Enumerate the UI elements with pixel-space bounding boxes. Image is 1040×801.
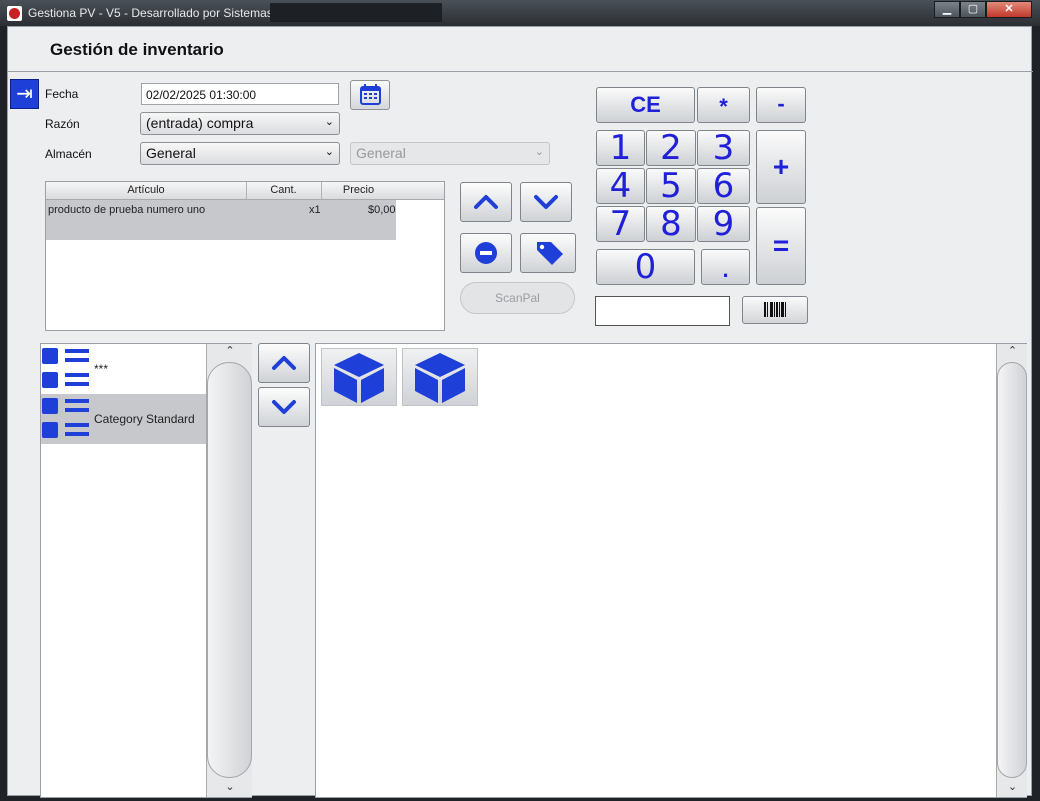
keypad-2-button[interactable]: 2 <box>646 130 696 166</box>
product-button[interactable] <box>402 348 478 406</box>
category-label: *** <box>94 362 109 376</box>
app-logo-icon <box>7 6 22 21</box>
remove-circle-icon <box>475 242 497 264</box>
almacen-select-value: General <box>146 145 196 161</box>
chevron-right-bar-icon: ⇥ <box>16 83 33 105</box>
table-row[interactable]: producto de prueba numero uno x1 $0,00 <box>46 200 396 240</box>
tag-icon <box>537 242 563 265</box>
keypad-9-button[interactable]: 9 <box>697 206 750 242</box>
collapse-panel-button[interactable]: ⇥ <box>10 79 39 109</box>
items-table: Artículo Cant. Precio producto de prueba… <box>45 181 445 331</box>
keypad-equals-button[interactable]: = <box>756 207 806 285</box>
category-down-button[interactable] <box>258 387 310 427</box>
barcode-icon <box>764 302 786 317</box>
close-button[interactable]: ✕ <box>986 1 1032 18</box>
scroll-down-icon[interactable]: ⌄ <box>997 780 1028 793</box>
chevron-down-icon <box>534 195 558 209</box>
keypad-minus-button[interactable]: - <box>756 87 806 123</box>
list-item-category-selected[interactable]: Category Standard <box>41 394 206 444</box>
keypad-5-button[interactable]: 5 <box>646 168 696 204</box>
category-list: *** Category Standard ⌃ ⌄ <box>40 343 252 798</box>
list-icon <box>42 398 89 438</box>
fecha-input[interactable]: 02/02/2025 01:30:00 <box>141 83 339 105</box>
barcode-button[interactable] <box>742 296 808 324</box>
list-item-category[interactable]: *** <box>41 344 206 394</box>
chevron-up-icon <box>272 356 296 370</box>
razon-label: Razón <box>45 117 80 131</box>
calendar-button[interactable] <box>350 80 390 110</box>
chevron-down-icon <box>272 400 296 414</box>
move-down-button[interactable] <box>520 182 572 222</box>
razon-select[interactable]: (entrada) compra ⌄ <box>140 112 340 135</box>
scanpal-button[interactable]: ScanPal <box>460 282 575 314</box>
list-icon <box>42 348 89 388</box>
column-header-cant[interactable]: Cant. <box>246 184 321 196</box>
almacen-label: Almacén <box>45 147 92 161</box>
keypad-3-button[interactable]: 3 <box>697 130 750 166</box>
column-header-precio[interactable]: Precio <box>321 184 396 196</box>
keypad-dot-button[interactable]: . <box>701 249 750 285</box>
scroll-down-icon[interactable]: ⌄ <box>207 780 253 793</box>
keypad-display-input[interactable] <box>595 296 730 326</box>
keypad-8-button[interactable]: 8 <box>646 206 696 242</box>
products-scrollbar[interactable]: ⌃ ⌄ <box>996 344 1027 797</box>
chevron-down-icon: ⌄ <box>324 146 334 158</box>
scroll-up-icon[interactable]: ⌃ <box>207 344 253 357</box>
title-bar: Gestiona PV - V5 - Desarrollado por Sist… <box>0 0 1040 26</box>
move-up-button[interactable] <box>460 182 512 222</box>
keypad-0-button[interactable]: 0 <box>596 249 695 285</box>
window-title: Gestiona PV - V5 - Desarrollado por Sist… <box>28 6 273 20</box>
almacen-secondary-value: General <box>356 145 406 161</box>
price-tag-button[interactable] <box>520 233 576 273</box>
almacen-select[interactable]: General ⌄ <box>140 142 340 165</box>
table-header: Artículo Cant. Precio <box>46 182 444 200</box>
box-icon <box>334 353 384 403</box>
cell-articulo: producto de prueba numero uno <box>48 204 206 216</box>
page-title: Gestión de inventario <box>50 40 224 59</box>
redacted-area <box>270 3 442 22</box>
maximize-button[interactable]: ▢ <box>960 1 986 18</box>
keypad-7-button[interactable]: 7 <box>596 206 645 242</box>
keypad-1-button[interactable]: 1 <box>596 130 645 166</box>
chevron-down-icon: ⌄ <box>324 116 334 128</box>
scroll-up-icon[interactable]: ⌃ <box>997 344 1028 357</box>
cell-precio: $0,00 <box>368 204 396 216</box>
category-scrollbar[interactable]: ⌃ ⌄ <box>206 344 252 797</box>
keypad-6-button[interactable]: 6 <box>697 168 750 204</box>
app-window: Gestiona PV - V5 - Desarrollado por Sist… <box>0 0 1040 801</box>
keypad-ce-button[interactable]: CE <box>596 87 695 123</box>
box-icon <box>415 353 465 403</box>
cell-cant: x1 <box>309 204 321 216</box>
keypad-4-button[interactable]: 4 <box>596 168 645 204</box>
chevron-up-icon <box>474 195 498 209</box>
product-button[interactable] <box>321 348 397 406</box>
scroll-thumb[interactable] <box>207 362 252 778</box>
almacen-secondary-select: General ⌄ <box>350 142 550 165</box>
title-divider <box>8 71 1033 72</box>
scroll-thumb[interactable] <box>997 362 1027 778</box>
calendar-icon <box>360 84 381 105</box>
razon-select-value: (entrada) compra <box>146 115 254 131</box>
category-label: Category Standard <box>94 412 195 426</box>
minimize-button[interactable]: ▁ <box>934 1 960 18</box>
chevron-down-icon: ⌄ <box>534 146 544 158</box>
column-header-articulo[interactable]: Artículo <box>46 184 246 196</box>
category-up-button[interactable] <box>258 343 310 383</box>
remove-item-button[interactable] <box>460 233 512 273</box>
keypad-plus-button[interactable]: + <box>756 130 806 204</box>
main-content: Gestión de inventario ⇥ Fecha 02/02/2025… <box>7 26 1033 798</box>
fecha-label: Fecha <box>45 87 79 101</box>
products-panel: ⌃ ⌄ <box>315 343 1027 798</box>
window-controls: ▁ ▢ ✕ <box>934 1 1032 18</box>
keypad-multiply-button[interactable]: * <box>697 87 750 123</box>
